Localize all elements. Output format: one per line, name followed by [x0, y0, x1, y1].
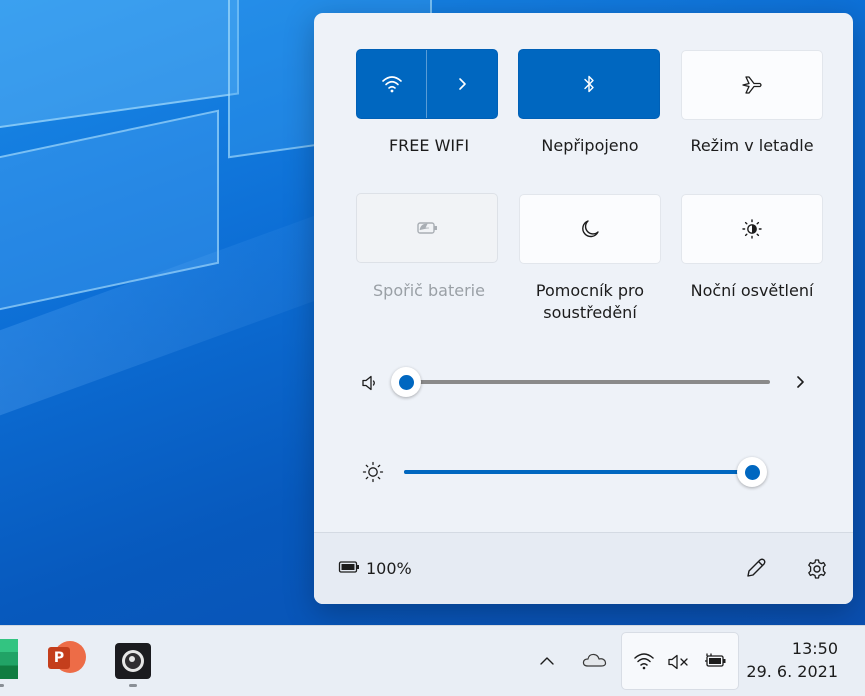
focus-assist-tile-label: Pomocník pro soustředění [535, 281, 645, 322]
volume-mute-button[interactable] [358, 371, 382, 395]
onedrive-button[interactable] [580, 647, 610, 673]
volume-mixer-button[interactable] [788, 370, 812, 394]
brightness-slider-track[interactable] [404, 470, 752, 474]
wifi-networks-button[interactable] [426, 50, 497, 118]
clock-time[interactable]: 13:50 [792, 639, 838, 658]
battery-saver-tile-label: Spořič baterie [373, 281, 485, 300]
speaker-icon [362, 375, 375, 391]
night-light-icon [742, 219, 762, 239]
chevron-right-icon [459, 78, 466, 90]
excel-icon[interactable] [0, 639, 18, 679]
volume-slider-track[interactable] [406, 380, 770, 384]
clock-date[interactable]: 29. 6. 2021 [746, 662, 838, 681]
brightness-slider-thumb[interactable] [737, 457, 767, 487]
battery-icon [338, 561, 359, 573]
battery-charging-icon [705, 653, 726, 667]
powerpoint-icon[interactable]: P [48, 641, 86, 679]
cloud-icon [582, 653, 607, 667]
wifi-tile-label: FREE WIFI [388, 136, 470, 155]
chevron-up-icon [540, 657, 554, 665]
running-indicator [0, 684, 4, 687]
taskbar: P 13:50 29. 6. 2021 [0, 625, 865, 696]
speaker-muted-icon [668, 654, 688, 670]
sun-icon [362, 461, 384, 483]
airplane-mode-tile[interactable] [681, 50, 823, 120]
bluetooth-icon [584, 75, 594, 93]
wifi-toggle[interactable] [357, 50, 426, 118]
chevron-right-icon [797, 376, 804, 388]
brightness-slider-fill [404, 470, 752, 474]
wifi-icon [634, 653, 654, 670]
battery-saver-icon [417, 222, 437, 234]
edit-quick-settings-button[interactable] [740, 552, 772, 584]
gear-icon [808, 559, 826, 579]
show-hidden-icons-button[interactable] [534, 648, 560, 674]
focus-assist-tile[interactable] [519, 194, 661, 264]
running-indicator [129, 684, 137, 687]
night-light-tile[interactable] [681, 194, 823, 264]
night-light-tile-label: Noční osvětlení [690, 281, 814, 300]
quick-settings-footer: 100% [314, 532, 853, 604]
volume-slider-thumb[interactable] [391, 367, 421, 397]
battery-saver-tile[interactable] [356, 193, 498, 263]
quick-settings-tray-button[interactable] [621, 632, 739, 690]
obs-icon[interactable] [115, 643, 151, 679]
bluetooth-tile[interactable] [518, 49, 660, 119]
brightness-icon-holder [361, 460, 385, 484]
wifi-tile[interactable] [356, 49, 498, 119]
airplane-mode-tile-label: Režim v letadle [690, 136, 814, 155]
quick-settings-panel: FREE WIFI Nepřipojeno Režim v letadle Sp… [314, 13, 853, 604]
battery-percentage: 100% [366, 559, 412, 578]
moon-icon [582, 220, 599, 238]
wifi-icon [381, 76, 402, 93]
airplane-icon [742, 76, 762, 94]
settings-button[interactable] [801, 553, 833, 585]
pencil-icon [747, 558, 766, 577]
bluetooth-tile-label: Nepřipojeno [541, 136, 639, 155]
